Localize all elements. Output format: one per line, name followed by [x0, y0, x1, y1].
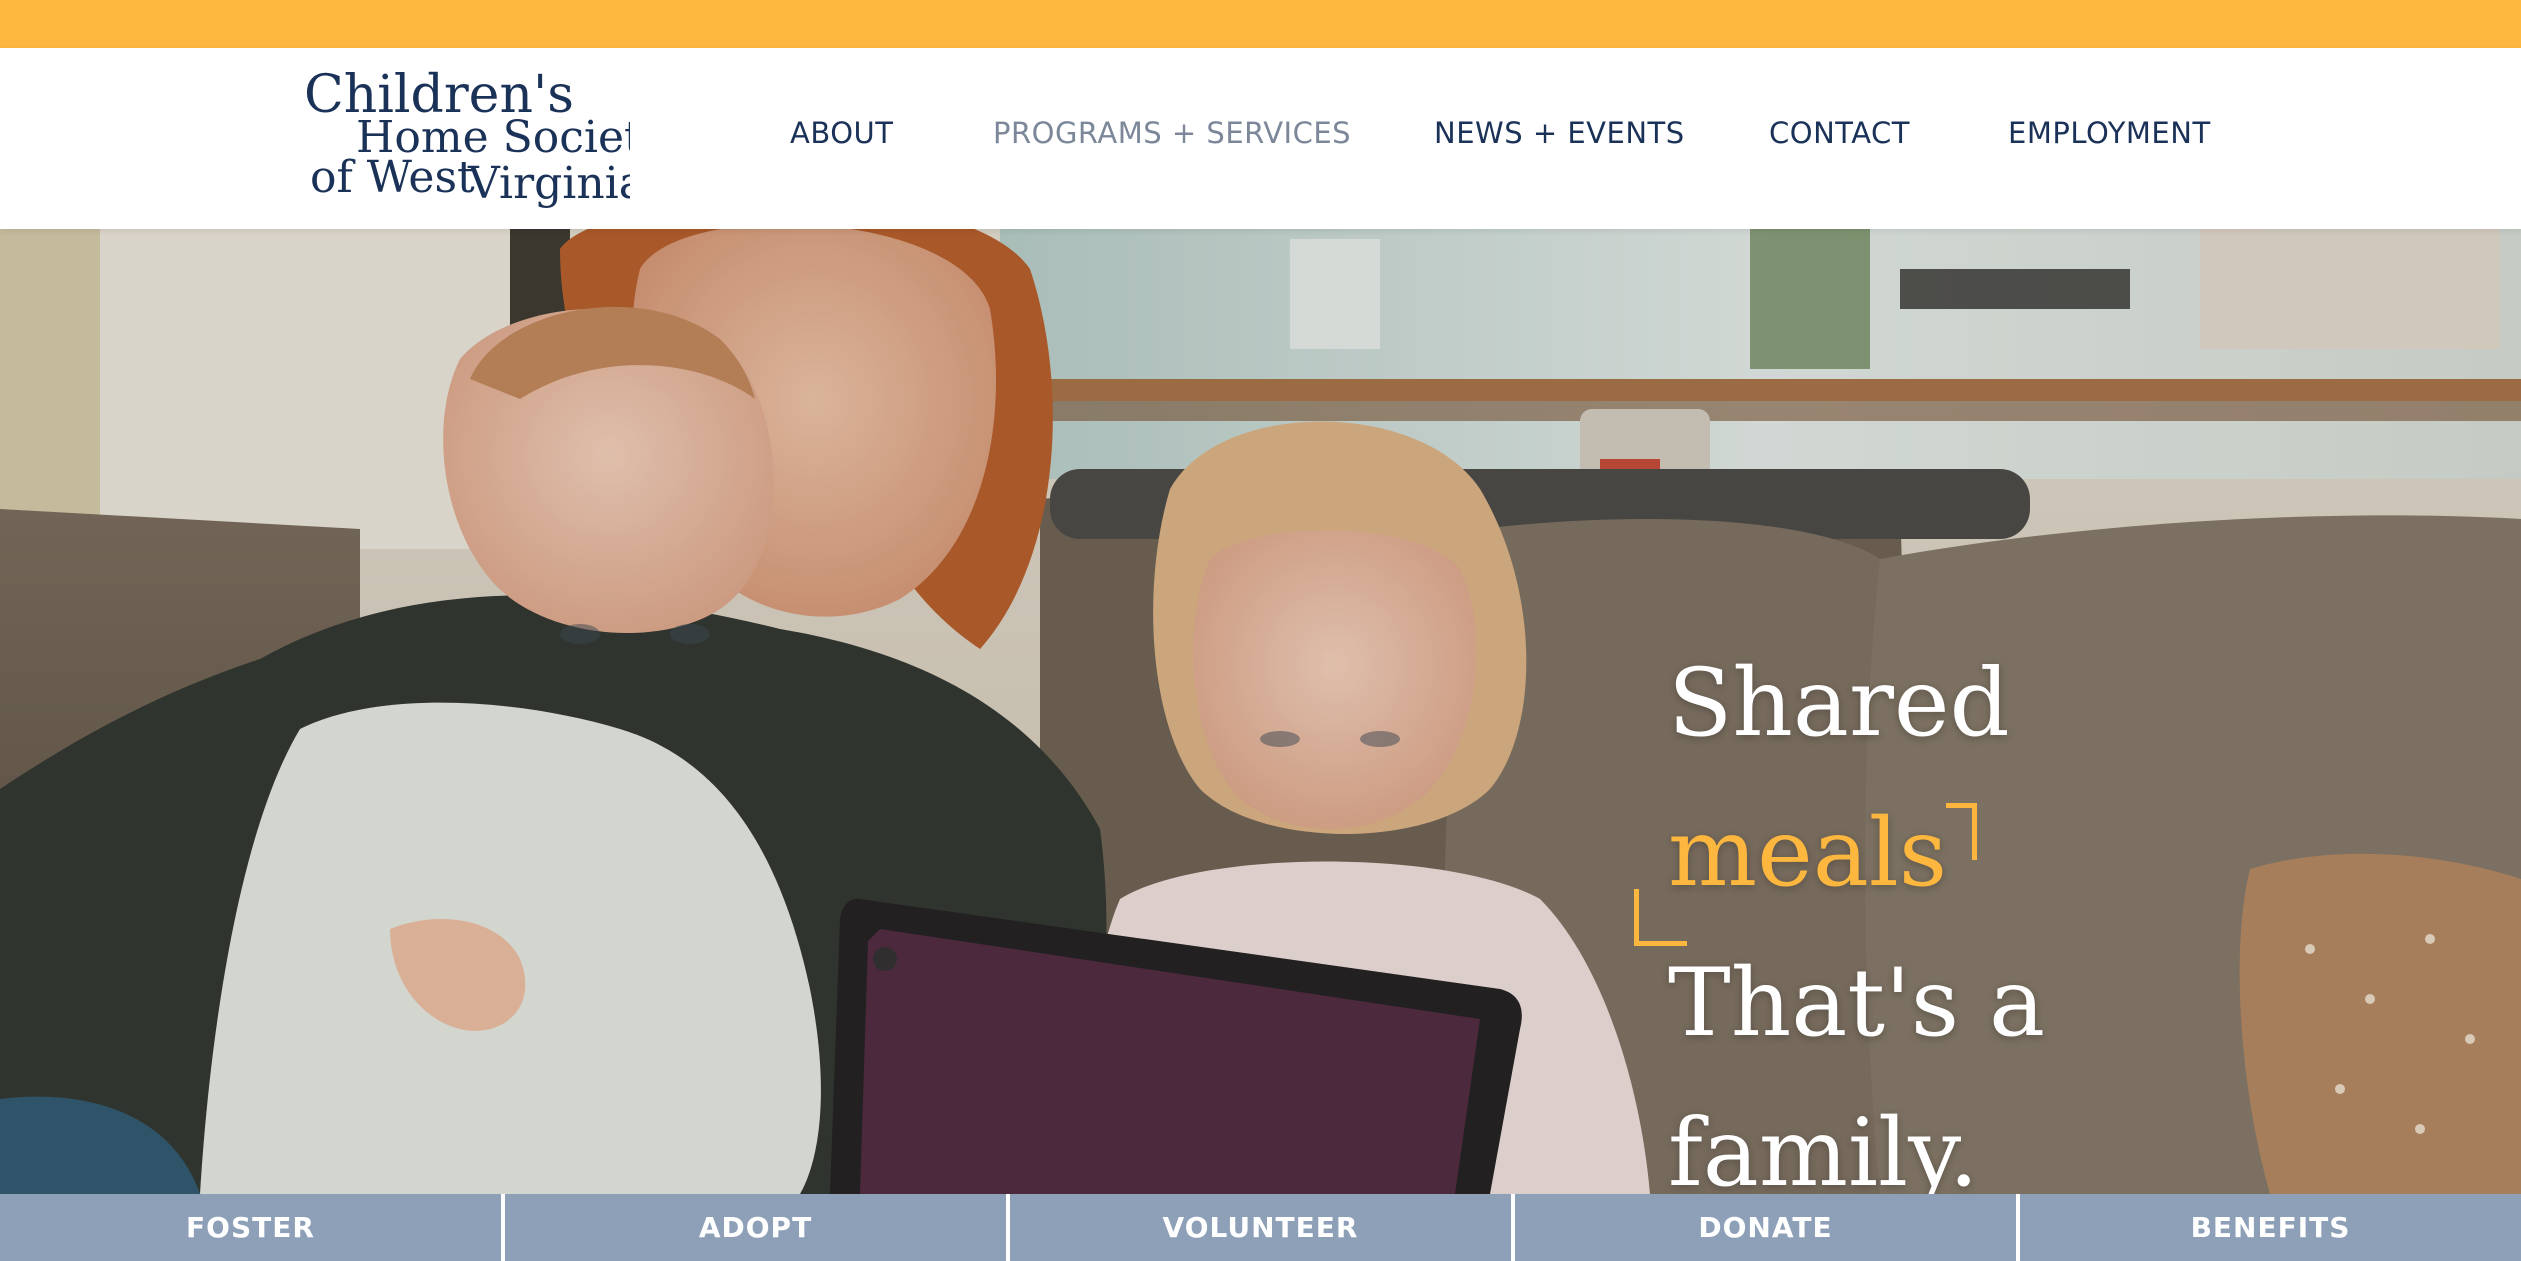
- corner-bracket-bottom-left-icon: [1634, 889, 1687, 946]
- nav-item-contact[interactable]: CONTACT: [1769, 116, 1910, 150]
- main-nav: ABOUT PROGRAMS + SERVICES NEWS + EVENTS …: [0, 116, 2521, 166]
- headline-line-1: Shared: [1668, 649, 2010, 758]
- headline-line-3: That's a: [1668, 949, 2046, 1058]
- nav-item-about[interactable]: ABOUT: [790, 116, 894, 150]
- quick-link-volunteer[interactable]: VOLUNTEER: [1006, 1194, 1511, 1261]
- quick-link-benefits[interactable]: BENEFITS: [2016, 1194, 2521, 1261]
- quick-links-bar: FOSTER ADOPT VOLUNTEER DONATE BENEFITS: [0, 1194, 2521, 1261]
- corner-bracket-top-right-icon: [1946, 803, 1978, 860]
- nav-item-programs-services[interactable]: PROGRAMS + SERVICES: [993, 116, 1351, 150]
- nav-item-employment[interactable]: EMPLOYMENT: [2008, 116, 2211, 150]
- headline-line-4: family.: [1668, 1099, 1979, 1194]
- hero-banner: Shared meals That's a family.: [0, 229, 2521, 1194]
- top-accent-bar: [0, 0, 2521, 48]
- nav-item-news-events[interactable]: NEWS + EVENTS: [1434, 116, 1685, 150]
- quick-link-foster[interactable]: FOSTER: [0, 1194, 501, 1261]
- quick-link-donate[interactable]: DONATE: [1511, 1194, 2016, 1261]
- hero-photo: [0, 229, 2521, 1194]
- quick-link-adopt[interactable]: ADOPT: [501, 1194, 1006, 1261]
- hero-headline: Shared meals That's a family.: [1634, 629, 2046, 1194]
- site-header: Children's Home Society of West Virginia…: [0, 48, 2521, 229]
- headline-accent-text: meals: [1668, 799, 1948, 908]
- headline-accent-word: meals: [1634, 779, 1978, 946]
